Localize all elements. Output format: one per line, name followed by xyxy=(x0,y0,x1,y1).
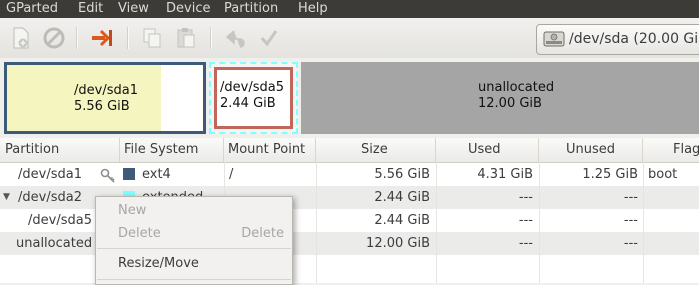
menu-partition[interactable]: Partition xyxy=(224,0,278,17)
column-header-mountpoint[interactable]: Mount Point xyxy=(224,138,316,162)
partition-block-sda2[interactable]: /dev/sda5 2.44 GiB xyxy=(209,62,298,134)
toolbar-separator xyxy=(76,27,78,49)
copy-icon xyxy=(143,28,161,48)
menu-item-resize-move[interactable]: Resize/Move xyxy=(96,252,292,275)
menu-help[interactable]: Help xyxy=(298,0,328,17)
partition-cell: unallocated xyxy=(16,236,93,251)
copy-button[interactable] xyxy=(140,26,164,50)
partition-block-name: /dev/sda5 xyxy=(220,80,284,95)
partition-cell: /dev/sda2 xyxy=(18,190,82,205)
column-header-partition[interactable]: Partition xyxy=(0,138,120,162)
menu-item-shortcut: Delete xyxy=(241,226,284,241)
partition-block-name: /dev/sda1 xyxy=(74,83,138,98)
partition-cell: /dev/sda5 xyxy=(28,213,92,228)
menu-separator xyxy=(97,248,291,249)
partition-cell: /dev/sda1 xyxy=(18,167,82,182)
expander-arrow-icon[interactable]: ▼ xyxy=(3,186,10,209)
undo-icon xyxy=(225,30,245,48)
size-cell: 5.56 GiB xyxy=(374,167,430,182)
unused-cell: --- xyxy=(623,213,638,228)
menu-device[interactable]: Device xyxy=(166,0,210,17)
size-cell: 12.00 GiB xyxy=(366,236,430,251)
column-divider xyxy=(539,162,540,283)
menu-item-label: Delete xyxy=(118,226,161,241)
resize-move-button[interactable] xyxy=(90,26,114,50)
toolbar-separator xyxy=(210,27,212,49)
disk-visual: /dev/sda1 5.56 GiB /dev/sda5 2.44 GiB un… xyxy=(0,58,699,138)
column-header-flags[interactable]: Flags xyxy=(643,138,699,162)
filesystem-cell: ext4 xyxy=(142,167,171,182)
size-cell: 2.44 GiB xyxy=(374,213,430,228)
used-cell: --- xyxy=(518,236,533,251)
used-cell: --- xyxy=(518,190,533,205)
paste-icon xyxy=(177,28,195,48)
unused-cell: --- xyxy=(623,190,638,205)
menu-item-label: Resize/Move xyxy=(118,256,199,271)
partition-context-menu: New Delete Delete Resize/Move xyxy=(95,196,293,285)
menu-bar: GParted Edit View Device Partition Help xyxy=(0,0,699,18)
used-cell: --- xyxy=(518,213,533,228)
column-header-filesystem[interactable]: File System xyxy=(120,138,224,162)
menu-item-new[interactable]: New xyxy=(96,199,292,222)
table-header: Partition File System Mount Point Size U… xyxy=(0,138,699,163)
new-icon xyxy=(13,27,29,49)
apply-button[interactable] xyxy=(257,26,281,50)
menu-item-delete[interactable]: Delete Delete xyxy=(96,222,292,245)
paste-button[interactable] xyxy=(174,26,198,50)
unused-cell: --- xyxy=(623,236,638,251)
menu-separator xyxy=(97,279,291,280)
column-divider xyxy=(436,162,437,283)
resize-move-icon xyxy=(92,29,112,47)
column-header-unused[interactable]: Unused xyxy=(539,138,643,162)
toolbar: /dev/sda (20.00 GiB) xyxy=(0,18,699,59)
partition-block-sda1[interactable]: /dev/sda1 5.56 GiB xyxy=(4,62,206,134)
partition-block-size: 12.00 GiB xyxy=(478,96,542,111)
menu-gparted[interactable]: GParted xyxy=(6,0,58,17)
undo-button[interactable] xyxy=(224,26,248,50)
column-header-size[interactable]: Size xyxy=(316,138,436,162)
partition-block-size: 5.56 GiB xyxy=(74,99,130,114)
new-partition-button[interactable] xyxy=(9,26,33,50)
used-cell: 4.31 GiB xyxy=(477,167,533,182)
menu-item-label: New xyxy=(118,203,147,218)
menu-view[interactable]: View xyxy=(118,0,149,17)
partition-block-sda5[interactable]: /dev/sda5 2.44 GiB xyxy=(214,67,293,129)
mountpoint-cell: / xyxy=(229,167,234,182)
toolbar-separator xyxy=(127,27,129,49)
device-selector-button[interactable]: /dev/sda (20.00 GiB) xyxy=(536,24,699,55)
flags-cell: boot xyxy=(648,167,678,182)
menu-edit[interactable]: Edit xyxy=(78,0,103,17)
table-row[interactable]: /dev/sda1 ext4 / 5.56 GiB 4.31 GiB 1.25 … xyxy=(0,163,699,186)
partition-block-unallocated[interactable]: unallocated 12.00 GiB xyxy=(301,62,699,134)
size-cell: 2.44 GiB xyxy=(374,190,430,205)
device-label: /dev/sda (20.00 GiB) xyxy=(569,31,699,47)
hard-disk-icon xyxy=(543,31,565,47)
filesystem-color-swatch xyxy=(123,168,135,180)
key-icon xyxy=(100,168,115,183)
partition-block-name: unallocated xyxy=(478,80,555,95)
column-divider xyxy=(643,162,644,283)
unused-cell: 1.25 GiB xyxy=(582,167,638,182)
column-divider xyxy=(316,162,317,283)
column-header-used[interactable]: Used xyxy=(436,138,539,162)
delete-partition-button[interactable] xyxy=(42,26,66,50)
delete-icon xyxy=(43,27,65,49)
checkmark-icon xyxy=(260,30,278,47)
partition-block-size: 2.44 GiB xyxy=(220,96,276,111)
